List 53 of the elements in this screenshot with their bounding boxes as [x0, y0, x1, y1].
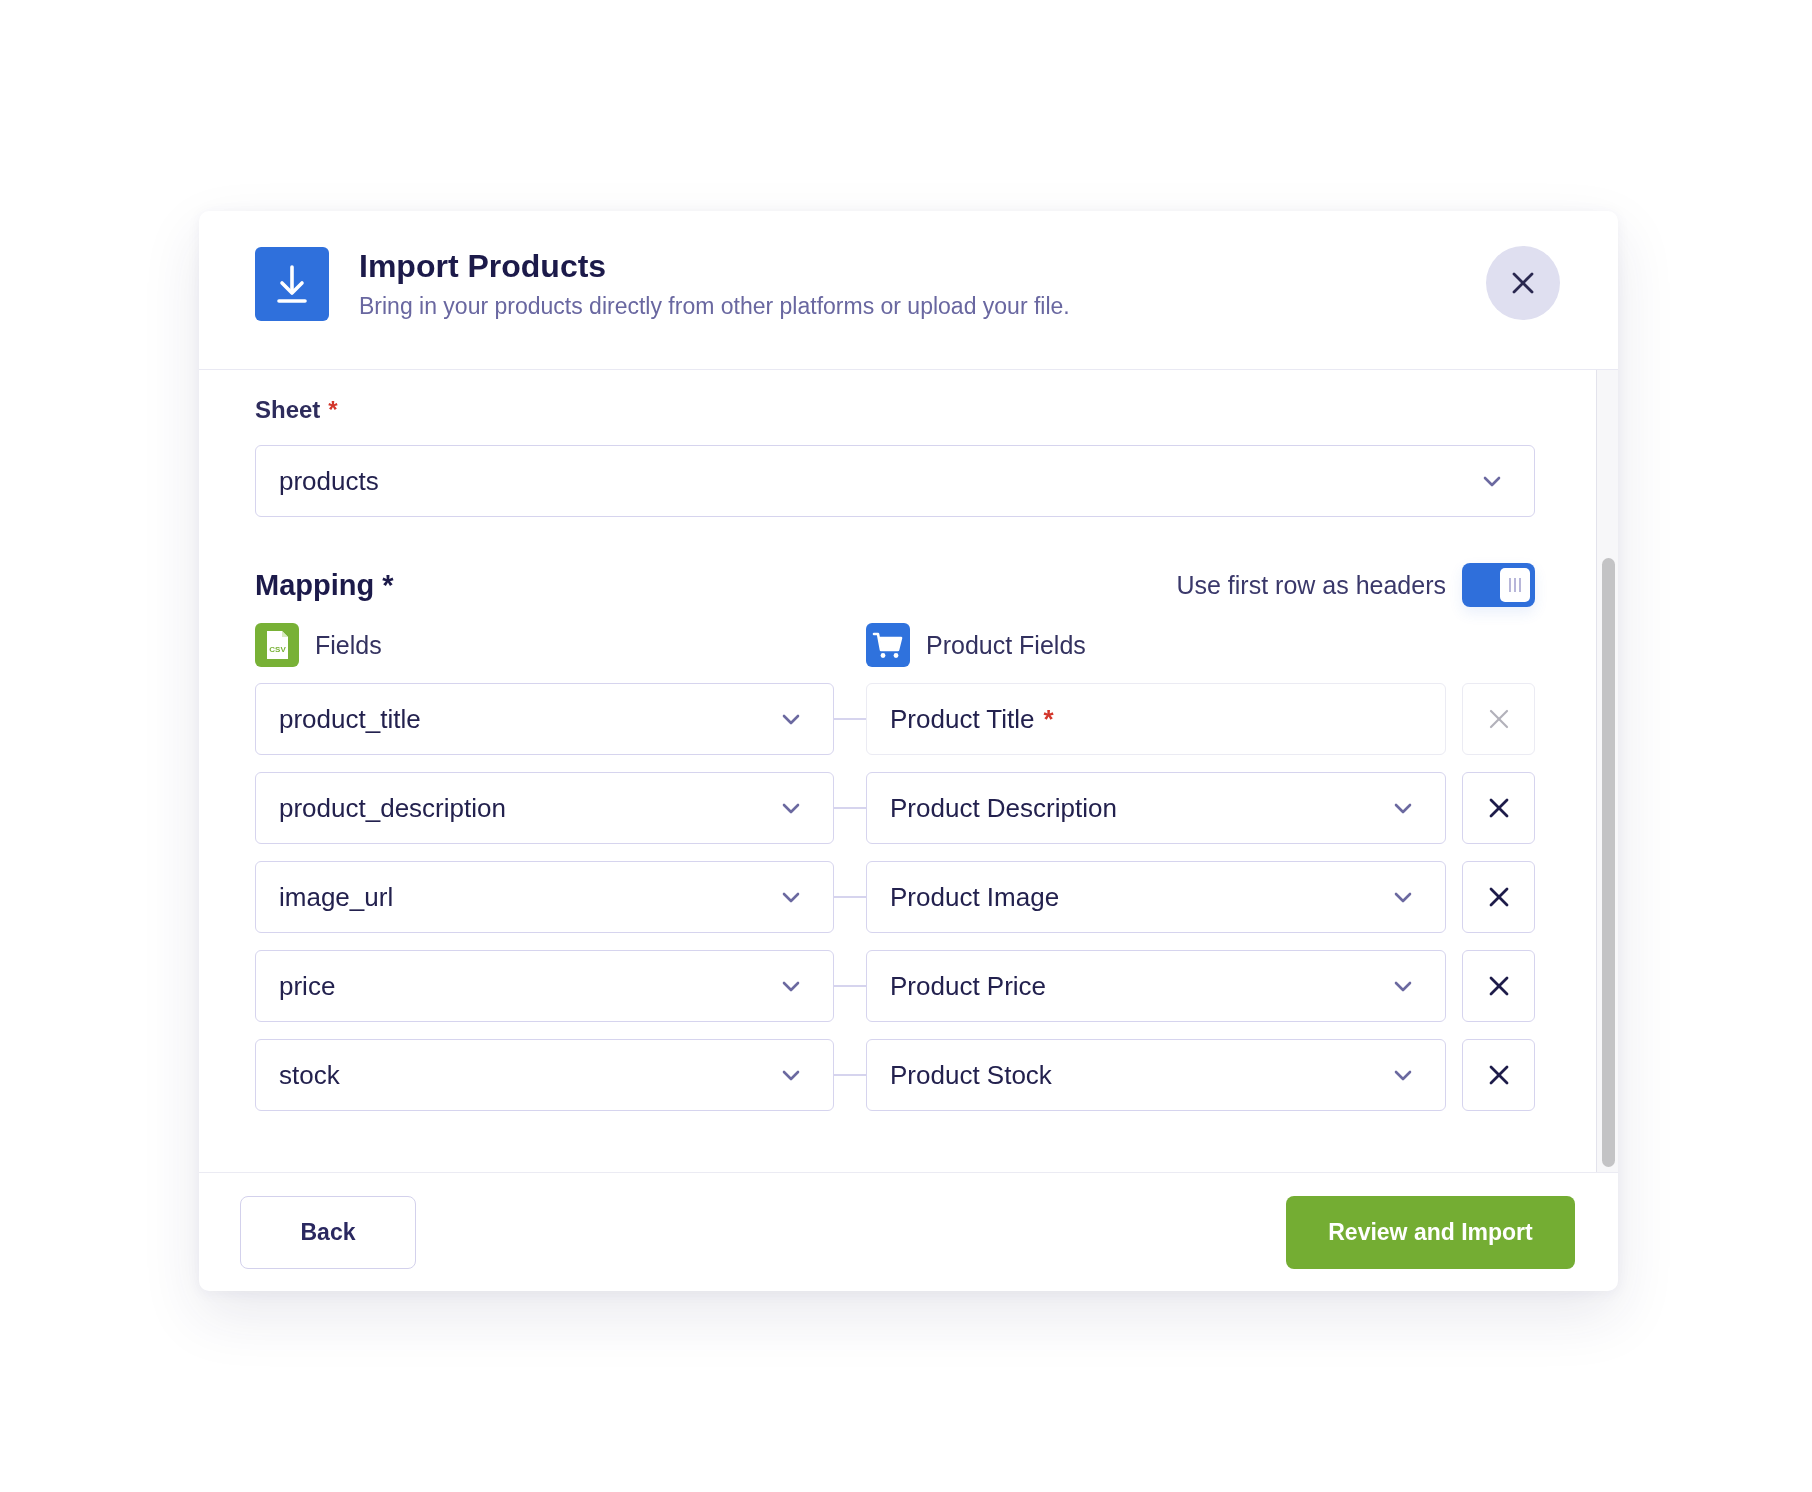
csv-file-icon: CSV — [255, 623, 299, 667]
required-asterisk: * — [382, 568, 394, 602]
connector-line — [834, 1074, 866, 1076]
connector-line — [834, 718, 866, 720]
connector-line — [834, 807, 866, 809]
source-select[interactable]: stock — [255, 1039, 834, 1111]
x-icon — [1488, 887, 1509, 907]
mapping-label: Mapping — [255, 568, 375, 602]
chevron-down-icon — [1483, 475, 1501, 487]
source-select[interactable]: image_url — [255, 861, 834, 933]
chevron-down-icon — [1394, 891, 1412, 903]
remove-button[interactable] — [1462, 950, 1535, 1022]
source-select[interactable]: price — [255, 950, 834, 1022]
toggle-label: Use first row as headers — [1176, 570, 1446, 600]
chevron-down-icon — [1394, 802, 1412, 814]
sheet-label: Sheet — [255, 396, 321, 424]
dialog-subtitle: Bring in your products directly from other platforms or upload your file. — [359, 292, 1071, 320]
column-header: Fields — [315, 630, 382, 660]
scrollbar-thumb[interactable] — [1602, 558, 1615, 1167]
chevron-down-icon — [1394, 980, 1412, 992]
toggle-switch[interactable] — [1462, 563, 1535, 607]
remove-button[interactable] — [1462, 1039, 1535, 1111]
x-icon — [1488, 709, 1509, 729]
target-select[interactable]: Product Image — [866, 861, 1446, 933]
chevron-down-icon — [782, 980, 800, 992]
grip-icon — [1500, 568, 1530, 602]
back-button[interactable]: Back — [240, 1196, 416, 1269]
chevron-down-icon — [782, 802, 800, 814]
chevron-down-icon — [782, 713, 800, 725]
download-icon — [255, 247, 329, 321]
column-header: Product Fields — [926, 630, 1086, 660]
cart-icon — [866, 623, 910, 667]
target-select[interactable]: Product Stock — [866, 1039, 1446, 1111]
close-icon — [1512, 272, 1534, 294]
chevron-down-icon — [782, 891, 800, 903]
sheet-select[interactable]: products — [255, 445, 1535, 517]
connector-line — [834, 985, 866, 987]
required-asterisk: * — [328, 396, 338, 424]
x-icon — [1488, 1065, 1509, 1085]
required-asterisk: * — [1043, 703, 1054, 735]
dialog-title: Import Products — [359, 247, 608, 285]
target-select[interactable]: Product Description — [866, 772, 1446, 844]
x-icon — [1488, 798, 1509, 818]
target-select[interactable]: Product Price — [866, 950, 1446, 1022]
source-select[interactable]: product_title — [255, 683, 834, 755]
remove-button[interactable] — [1462, 861, 1535, 933]
x-icon — [1488, 976, 1509, 996]
connector-line — [834, 896, 866, 898]
chevron-down-icon — [1394, 1069, 1412, 1081]
remove-button[interactable] — [1462, 772, 1535, 844]
chevron-down-icon — [782, 1069, 800, 1081]
source-select[interactable]: product_description — [255, 772, 834, 844]
target-field: Product Title * — [866, 683, 1446, 755]
